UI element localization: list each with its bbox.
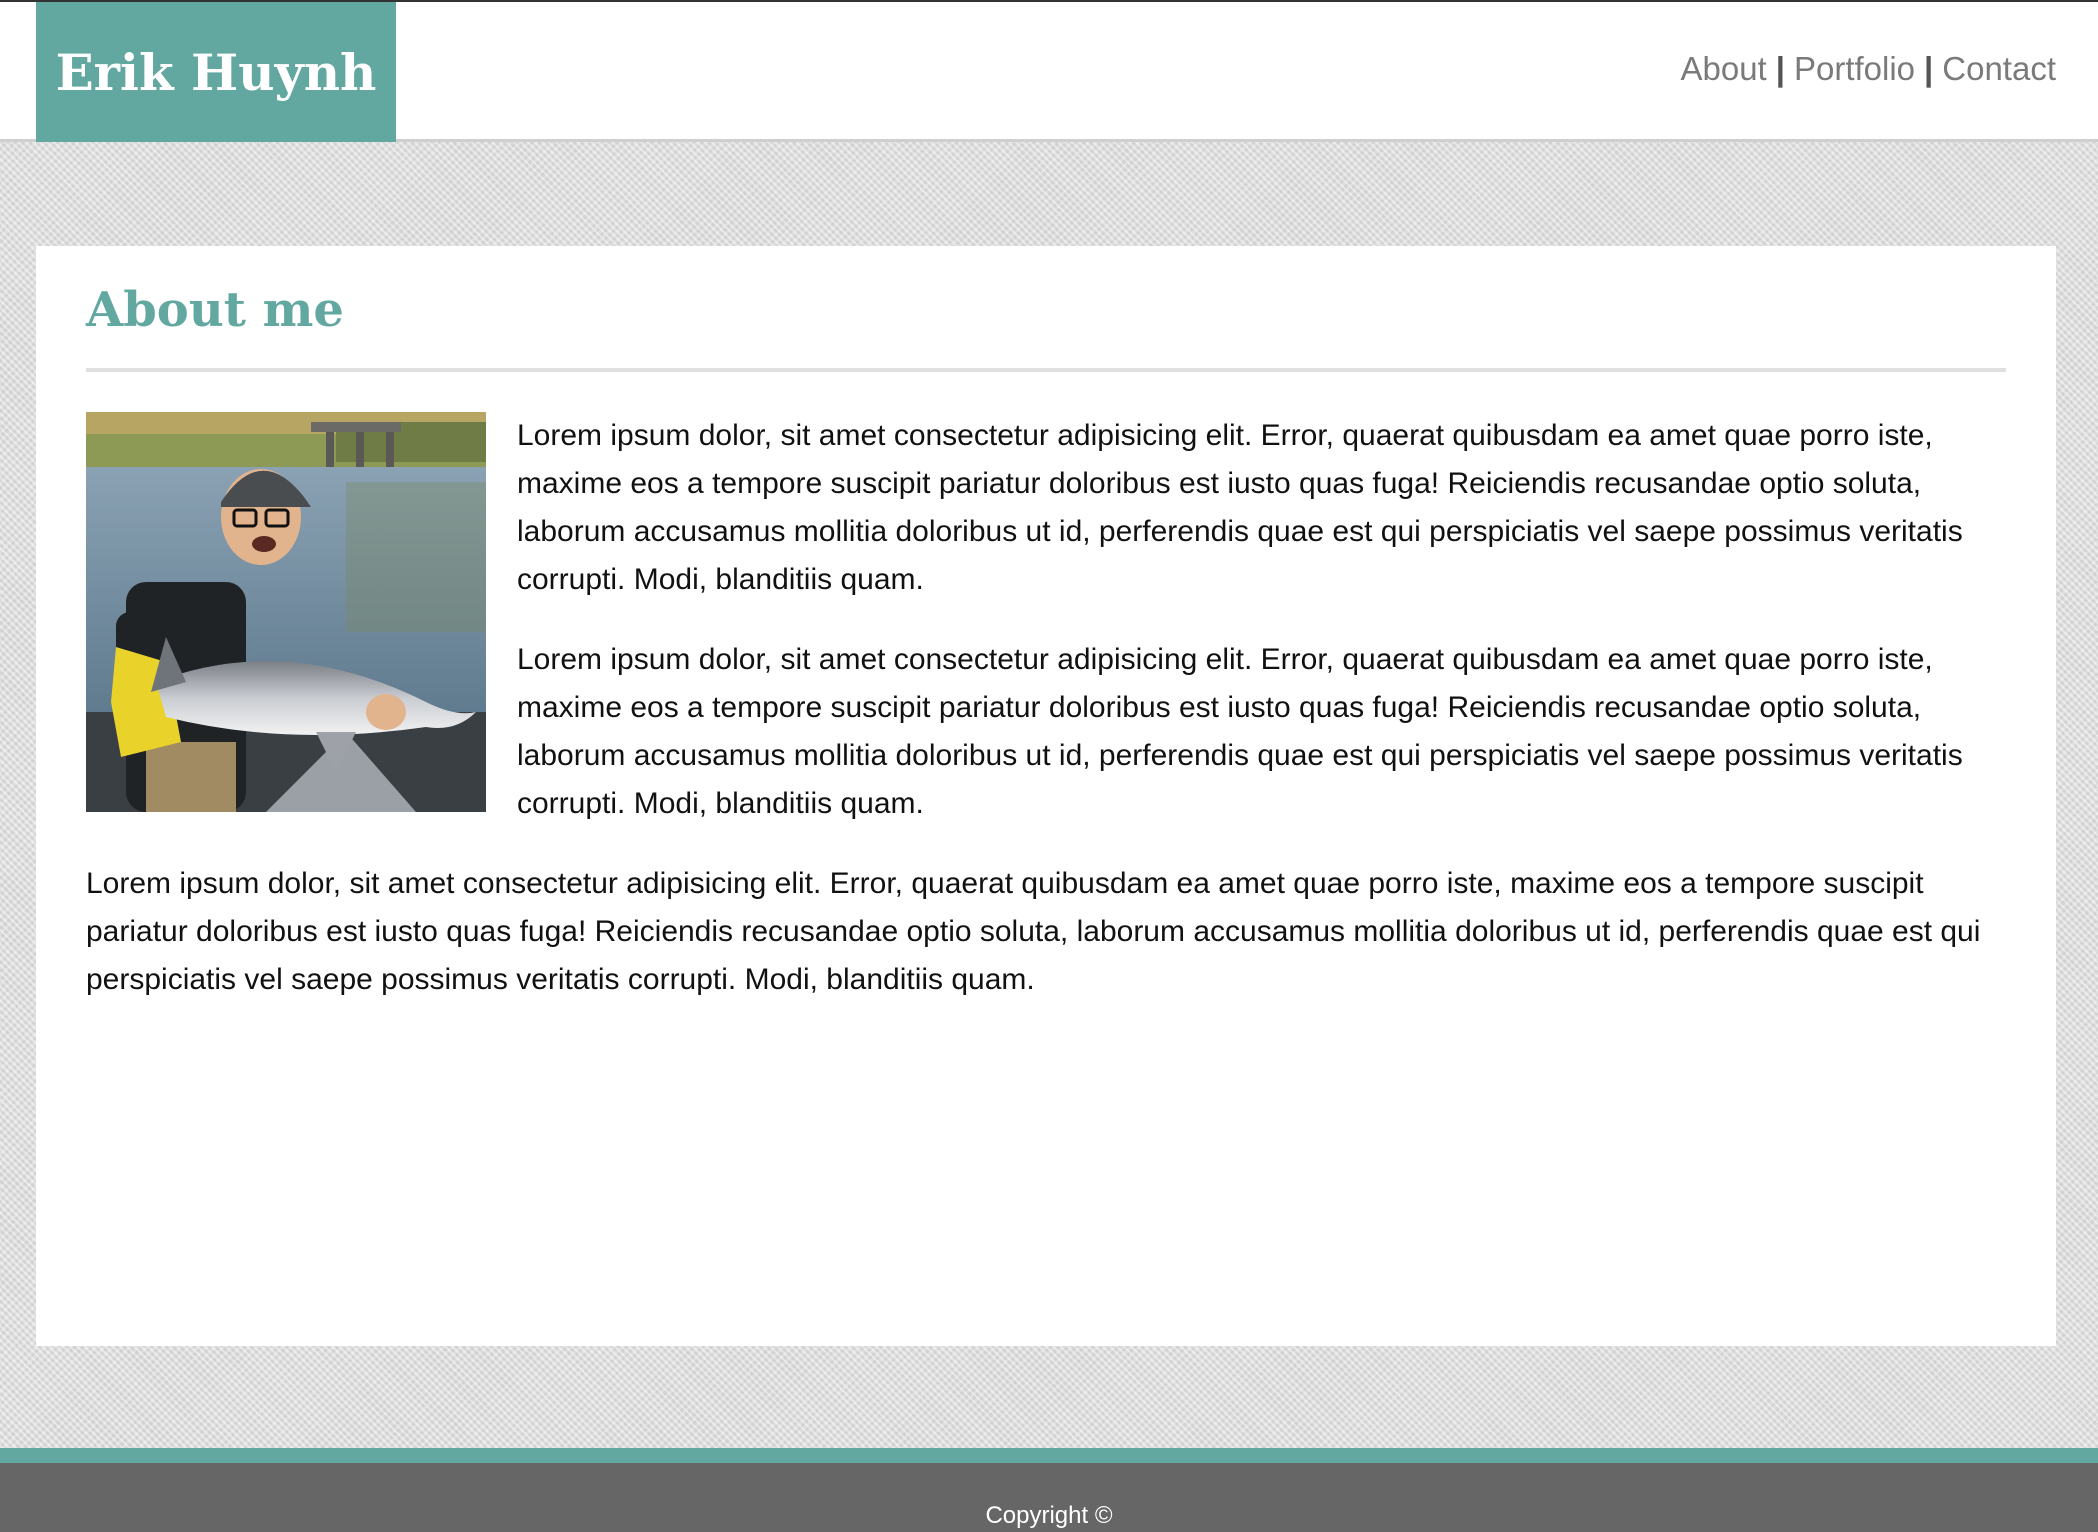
title-divider — [86, 367, 2006, 372]
brand-logo[interactable]: Erik Huynh — [36, 2, 396, 142]
brand-name: Erik Huynh — [55, 42, 377, 102]
page-title: About me — [86, 282, 344, 338]
about-card: About me Lorem ipsum dolor, sit amet con… — [36, 246, 2056, 1346]
footer-accent-band — [0, 1448, 2098, 1463]
about-paragraph: Lorem ipsum dolor, sit amet consectetur … — [86, 866, 1981, 996]
copyright-text: Copyright © — [985, 1502, 1113, 1529]
site-footer: Copyright © — [0, 1463, 2098, 1532]
nav-link-about[interactable]: About — [1680, 50, 1766, 88]
nav-link-contact[interactable]: Contact — [1942, 50, 2056, 88]
nav-link-portfolio[interactable]: Portfolio — [1794, 50, 1915, 88]
nav-separator: | — [1924, 50, 1934, 87]
site-header: Erik Huynh About | Portfolio | Contact — [0, 0, 2098, 142]
main-nav: About | Portfolio | Contact — [1680, 50, 2056, 88]
profile-photo — [86, 411, 486, 812]
about-content: Lorem ipsum dolor, sit amet consectetur … — [86, 411, 2006, 1004]
profile-photo-image — [86, 411, 486, 812]
nav-separator: | — [1775, 50, 1785, 87]
